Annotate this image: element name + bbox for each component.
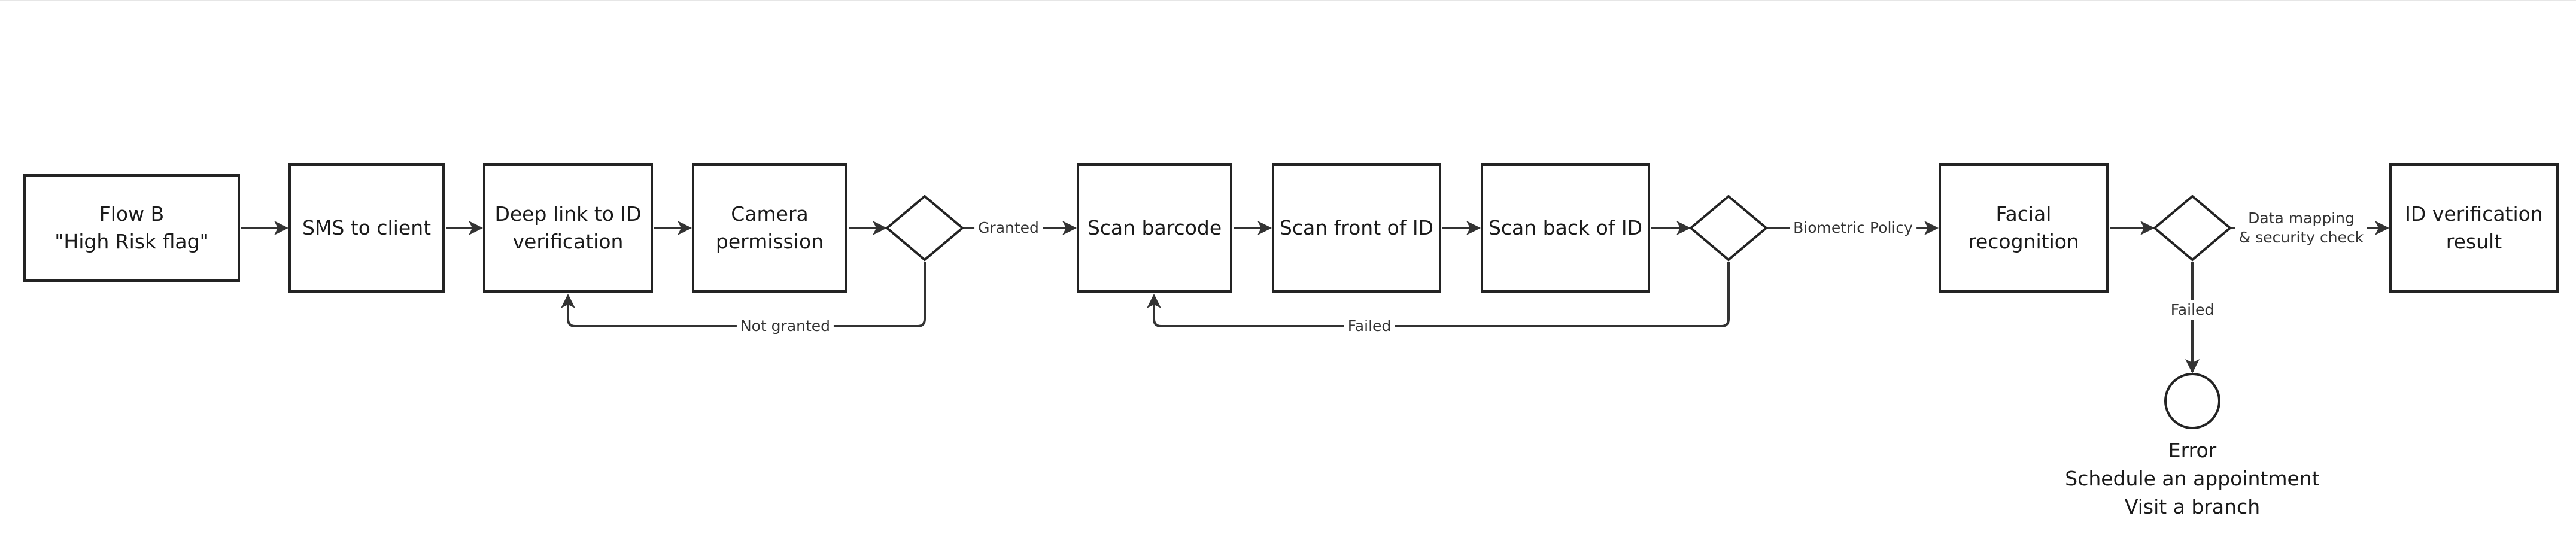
flowchart-canvas: Flow B "High Risk flag" SMS to client De… — [0, 0, 2576, 556]
node-deep-link[interactable]: Deep link to ID verification — [483, 163, 653, 293]
edge-label-biometric-policy: Biometric Policy — [1790, 218, 1916, 238]
error-terminal-text: Error Schedule an appointment Visit a br… — [2065, 436, 2319, 521]
decision-diamond-scan[interactable] — [1688, 195, 1769, 262]
error-end-node[interactable] — [2164, 373, 2220, 429]
node-sms-to-client[interactable]: SMS to client — [288, 163, 445, 293]
edge-label-scan-failed: Failed — [1344, 317, 1395, 336]
node-id-verification-result[interactable]: ID verification result — [2389, 163, 2559, 293]
decision-diamond-camera[interactable] — [885, 195, 965, 262]
edge-label-granted: Granted — [974, 218, 1043, 238]
error-option-schedule: Schedule an appointment — [2065, 467, 2320, 490]
edge-label-not-granted: Not granted — [736, 317, 834, 336]
error-option-branch: Visit a branch — [2124, 495, 2261, 518]
node-scan-back-of-id[interactable]: Scan back of ID — [1481, 163, 1650, 293]
error-title: Error — [2168, 439, 2217, 462]
node-scan-barcode[interactable]: Scan barcode — [1077, 163, 1232, 293]
node-scan-front-of-id[interactable]: Scan front of ID — [1272, 163, 1441, 293]
edge-label-data-mapping: Data mapping & security check — [2235, 209, 2368, 247]
node-flow-b-high-risk[interactable]: Flow B "High Risk flag" — [23, 174, 240, 282]
edge-label-facial-failed: Failed — [2167, 300, 2218, 320]
node-facial-recognition[interactable]: Facial recognition — [1939, 163, 2109, 293]
decision-diamond-facial[interactable] — [2152, 195, 2232, 262]
node-camera-permission[interactable]: Camera permission — [692, 163, 847, 293]
